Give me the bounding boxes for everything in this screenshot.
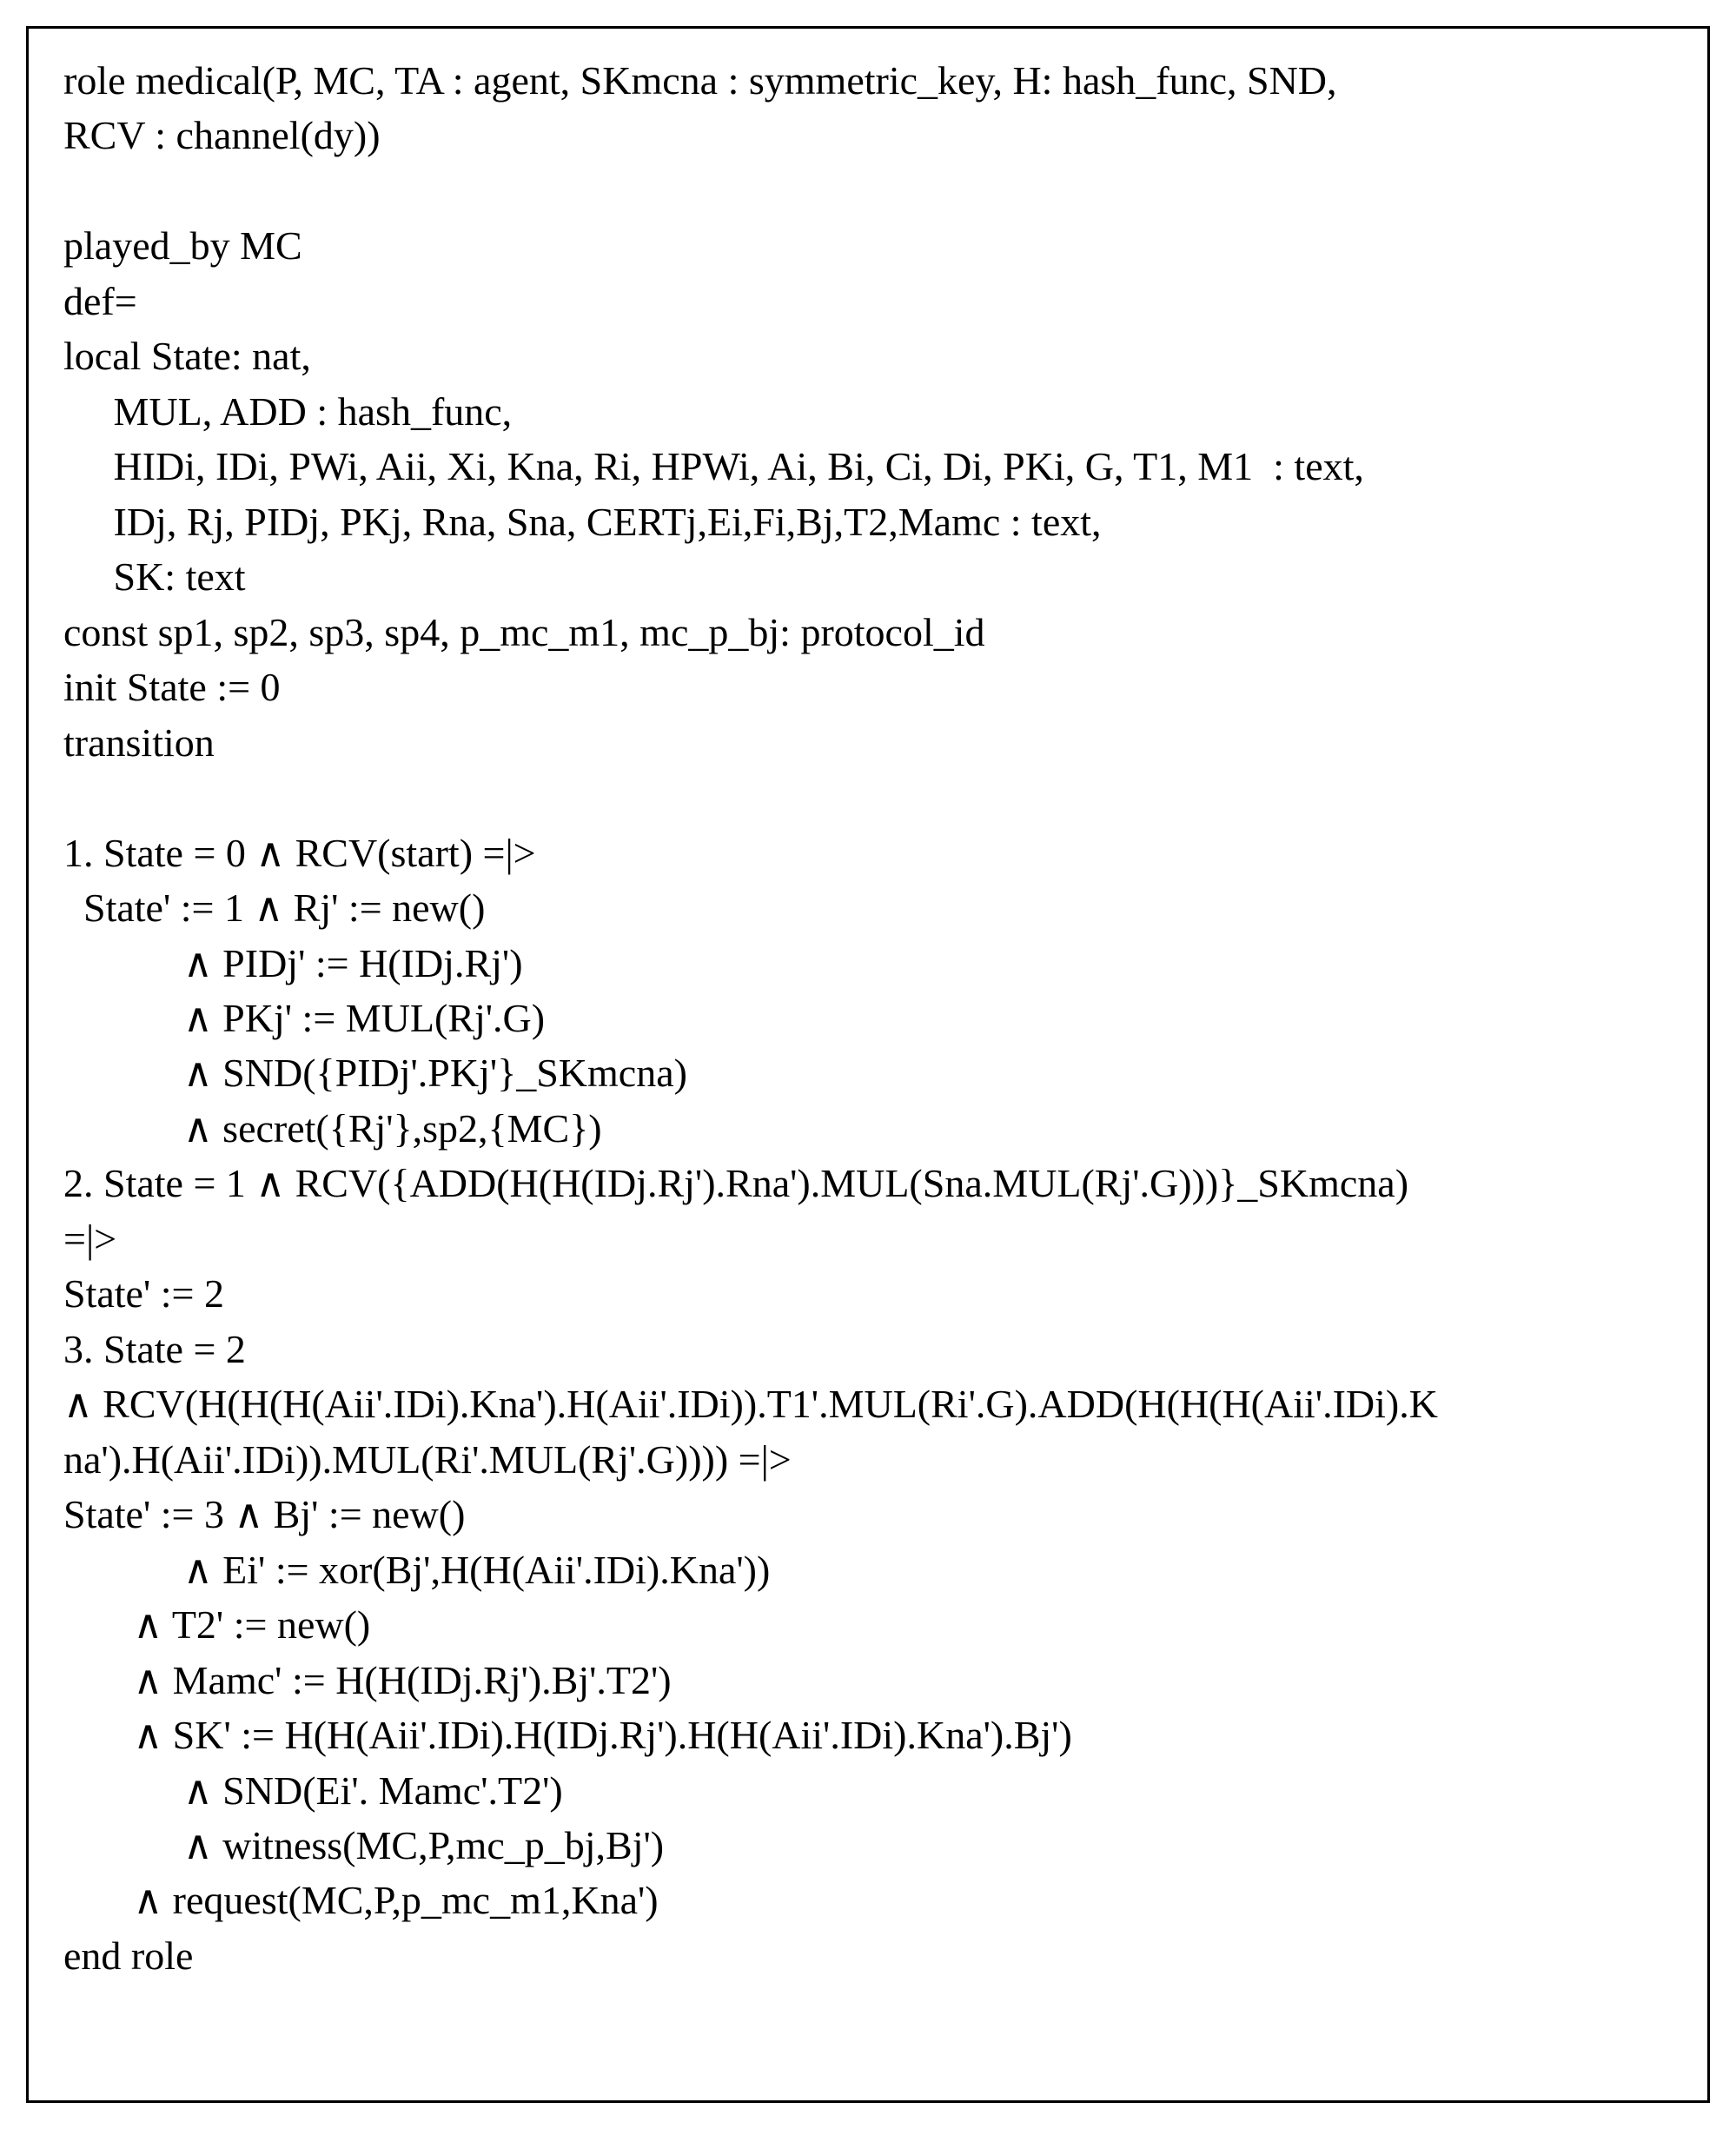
code-line: ∧ request(MC,P,p_mc_m1,Kna') [63,1878,659,1922]
code-block: role medical(P, MC, TA : agent, SKmcna :… [63,53,1673,1983]
code-line: ∧ RCV(H(H(H(Aii'.IDi).Kna').H(Aii'.IDi))… [63,1382,1438,1426]
code-line: State' := 2 [63,1271,224,1316]
code-line: MUL, ADD : hash_func, [63,389,512,434]
code-line: ∧ witness(MC,P,mc_p_bj,Bj') [63,1823,664,1867]
code-line: played_by MC [63,223,302,268]
code-line: 3. State = 2 [63,1327,246,1371]
code-line: ∧ Mamc' := H(H(IDj.Rj').Bj'.T2') [63,1658,672,1702]
code-container: role medical(P, MC, TA : agent, SKmcna :… [26,26,1710,2103]
code-line: transition [63,720,215,765]
code-line: ∧ SND(Ei'. Mamc'.T2') [63,1768,563,1813]
code-line: ∧ SK' := H(H(Aii'.IDi).H(IDj.Rj').H(H(Ai… [63,1713,1072,1757]
code-line: IDj, Rj, PIDj, PKj, Rna, Sna, CERTj,Ei,F… [63,500,1102,544]
code-line: State' := 3 ∧ Bj' := new() [63,1492,465,1536]
code-line: =|> [63,1217,116,1261]
code-line: SK: text [63,554,246,599]
code-line: ∧ Ei' := xor(Bj',H(H(Aii'.IDi).Kna')) [63,1548,770,1592]
code-line: State' := 1 ∧ Rj' := new() [63,885,485,930]
code-line: RCV : channel(dy)) [63,113,381,157]
code-line: init State := 0 [63,665,281,709]
code-line: 2. State = 1 ∧ RCV({ADD(H(H(IDj.Rj').Rna… [63,1161,1408,1205]
code-line: local State: nat, [63,334,311,378]
code-line: 1. State = 0 ∧ RCV(start) =|> [63,831,536,875]
code-line: HIDi, IDi, PWi, Aii, Xi, Kna, Ri, HPWi, … [63,444,1364,488]
code-line: ∧ secret({Rj'},sp2,{MC}) [63,1106,602,1151]
code-line: ∧ PIDj' := H(IDj.Rj') [63,941,523,985]
code-line: def= [63,279,137,323]
code-line: ∧ SND({PIDj'.PKj'}_SKmcna) [63,1051,687,1095]
code-line: role medical(P, MC, TA : agent, SKmcna :… [63,58,1337,103]
code-line: ∧ PKj' := MUL(Rj'.G) [63,996,545,1040]
code-line: ∧ T2' := new() [63,1602,370,1647]
code-line: const sp1, sp2, sp3, sp4, p_mc_m1, mc_p_… [63,610,985,654]
code-line: na').H(Aii'.IDi)).MUL(Ri'.MUL(Rj'.G)))) … [63,1437,792,1482]
code-line: end role [63,1933,193,1978]
